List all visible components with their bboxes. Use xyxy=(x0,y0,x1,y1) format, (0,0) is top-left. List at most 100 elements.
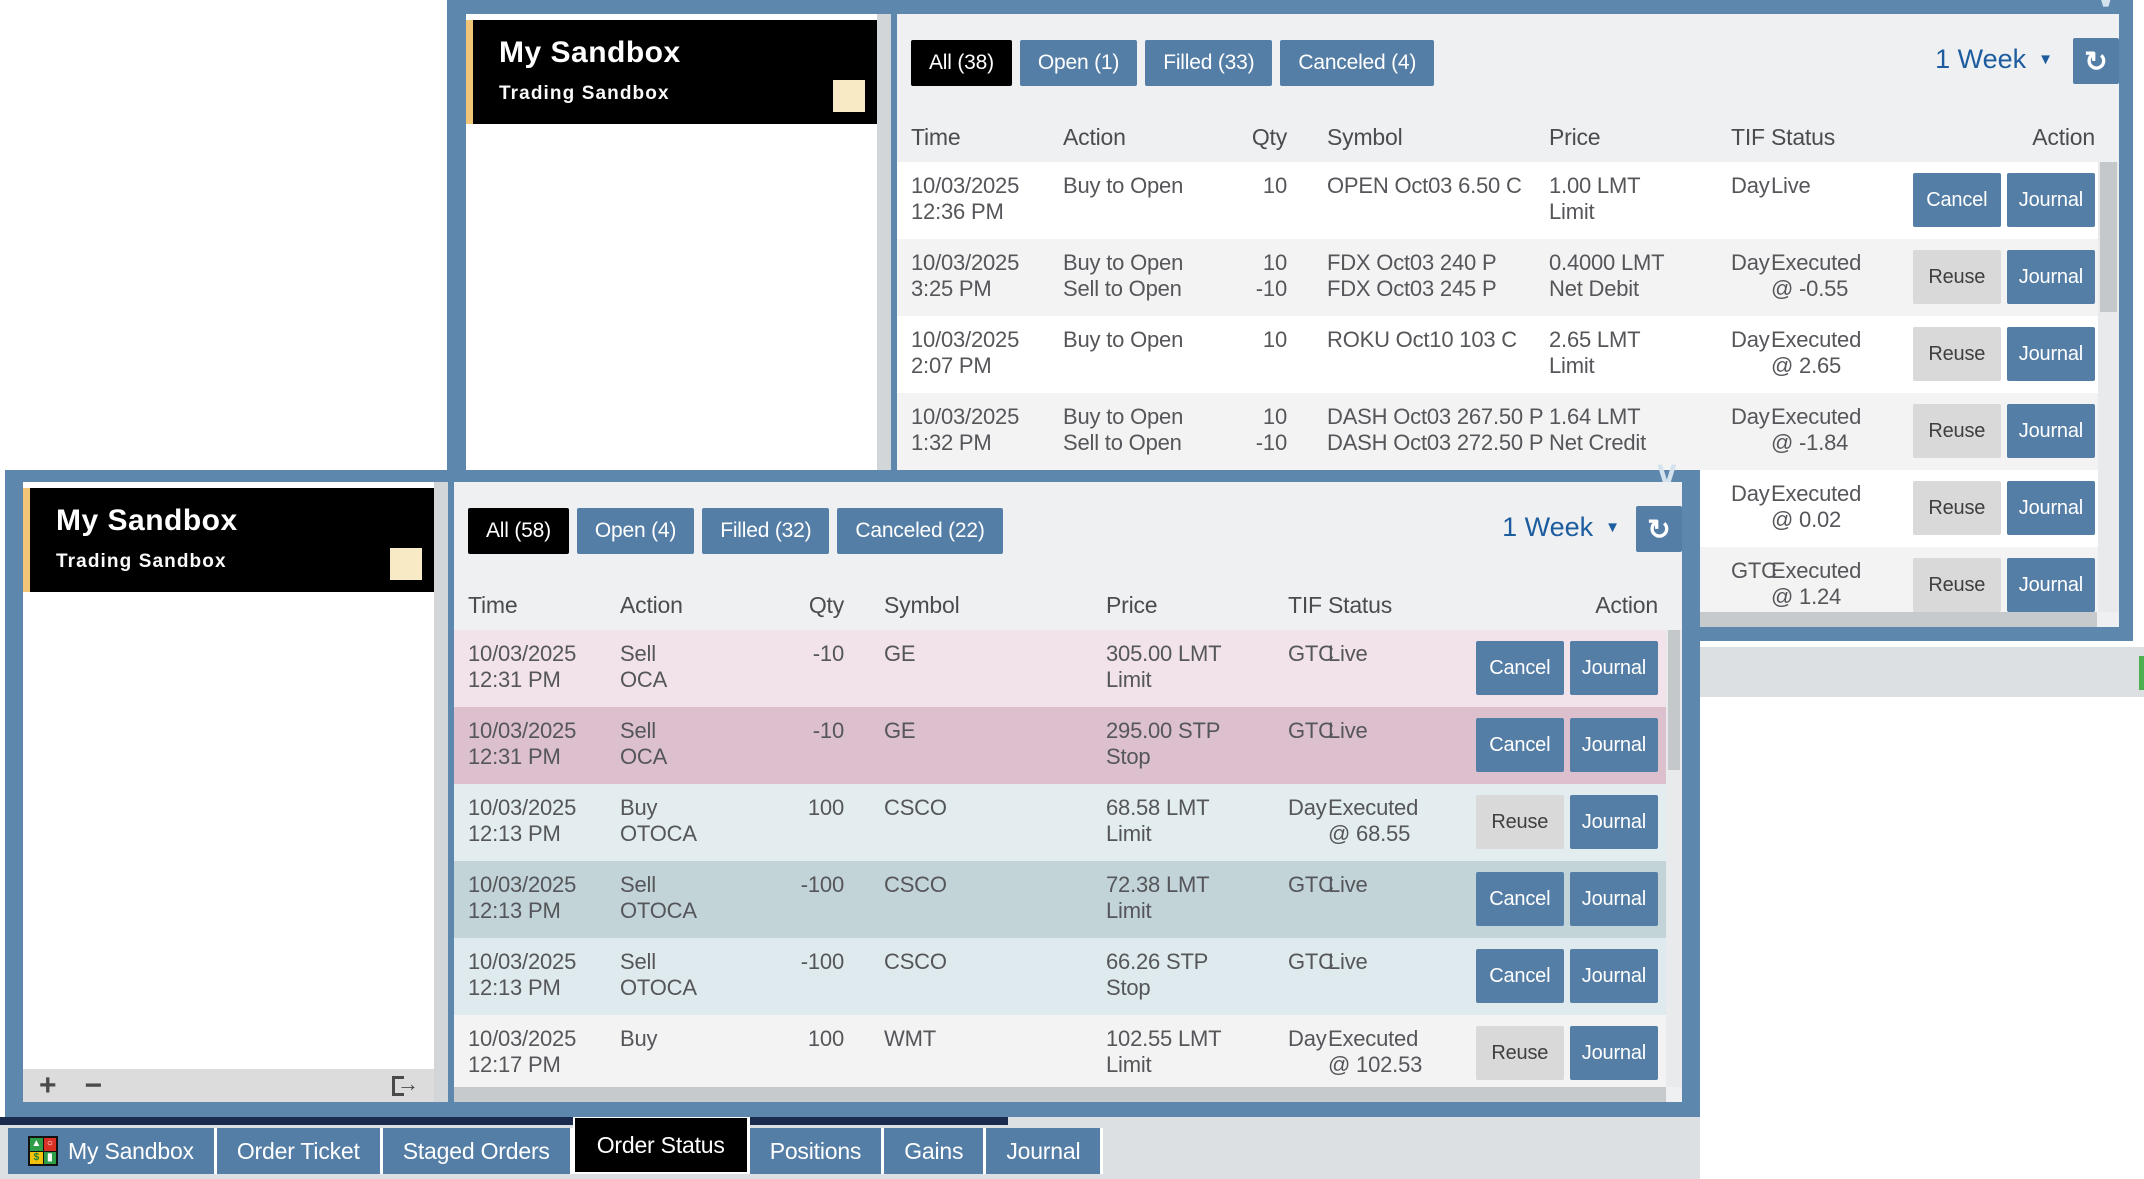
cell-line: Net Debit xyxy=(1549,276,1707,302)
column-header-status: Status xyxy=(1320,578,1468,630)
cell-line: Sell to Open xyxy=(1063,430,1235,456)
cell-qty: 100 xyxy=(792,784,844,861)
journal-button[interactable]: Journal xyxy=(2007,173,2095,227)
tab-label: My Sandbox xyxy=(68,1138,194,1165)
journal-button[interactable]: Journal xyxy=(1570,1026,1658,1080)
cell-line: Executed xyxy=(1771,404,1911,430)
background-icon-fragment xyxy=(2139,656,2144,690)
cell-line: Buy xyxy=(620,795,792,821)
panel-accent-strip xyxy=(23,488,30,598)
tab-staged-orders[interactable]: Staged Orders xyxy=(383,1128,573,1174)
journal-button[interactable]: Journal xyxy=(1570,795,1658,849)
cell-line: Live xyxy=(1771,173,1911,199)
tab-my-sandbox[interactable]: ▲○$▮My Sandbox xyxy=(8,1128,217,1174)
cell-time: 10/03/202512:36 PM xyxy=(911,162,1063,239)
cancel-button[interactable]: Cancel xyxy=(1476,872,1564,926)
filter-bar: All (58)Open (4)Filled (32)Canceled (22)… xyxy=(454,482,1682,578)
cancel-button[interactable]: Cancel xyxy=(1913,173,2001,227)
cell-line: Limit xyxy=(1106,821,1264,847)
filter-all[interactable]: All (38) xyxy=(911,40,1012,86)
tab-gains[interactable]: Gains xyxy=(884,1128,986,1174)
cell-line: @ 102.53 xyxy=(1328,1052,1468,1078)
journal-button[interactable]: Journal xyxy=(2007,404,2095,458)
tab-positions[interactable]: Positions xyxy=(750,1128,885,1174)
cell-sym: OPEN Oct03 6.50 C xyxy=(1287,162,1525,239)
cell-action: SellOTOCA xyxy=(620,861,792,938)
journal-button[interactable]: Journal xyxy=(1570,872,1658,926)
sandbox-left-panel: My Sandbox Trading Sandbox + − → xyxy=(23,482,434,1102)
filter-canceled[interactable]: Canceled (4) xyxy=(1280,40,1434,86)
journal-button[interactable]: Journal xyxy=(2007,250,2095,304)
period-dropdown[interactable]: 1 Week ▼ xyxy=(1502,512,1620,543)
horizontal-scrollbar[interactable] xyxy=(454,1087,1666,1102)
cell-actions: ReuseJournal xyxy=(1911,547,2119,612)
filter-canceled[interactable]: Canceled (22) xyxy=(837,508,1002,554)
reuse-button[interactable]: Reuse xyxy=(1913,404,2001,458)
column-header-price: Price xyxy=(1525,110,1707,162)
journal-button[interactable]: Journal xyxy=(1570,949,1658,1003)
journal-button[interactable]: Journal xyxy=(2007,481,2095,535)
column-header-status: Status xyxy=(1763,110,1911,162)
journal-button[interactable]: Journal xyxy=(1570,641,1658,695)
tab-order-ticket[interactable]: Order Ticket xyxy=(217,1128,383,1174)
reuse-button[interactable]: Reuse xyxy=(1913,250,2001,304)
tab-journal[interactable]: Journal xyxy=(986,1128,1103,1174)
cell-line: @ 2.65 xyxy=(1771,353,1911,379)
icon-cell: ▮ xyxy=(44,1152,57,1165)
refresh-button[interactable]: ↻ xyxy=(2073,38,2119,84)
cell-line: Live xyxy=(1328,641,1468,667)
export-button[interactable]: → xyxy=(392,1075,418,1097)
cell-line: 12:13 PM xyxy=(468,975,620,1001)
filter-open[interactable]: Open (4) xyxy=(577,508,694,554)
panel-scrollbar[interactable] xyxy=(434,482,448,1102)
cell-status: Executed@ -0.55 xyxy=(1763,239,1911,316)
filter-filled[interactable]: Filled (32) xyxy=(702,508,829,554)
reuse-button[interactable]: Reuse xyxy=(1913,481,2001,535)
filter-open[interactable]: Open (1) xyxy=(1020,40,1137,86)
cell-status: Executed@ 2.65 xyxy=(1763,316,1911,393)
cell-line: Buy to Open xyxy=(1063,327,1235,353)
vertical-scrollbar[interactable] xyxy=(2098,162,2119,612)
journal-button[interactable]: Journal xyxy=(2007,327,2095,381)
reuse-button[interactable]: Reuse xyxy=(1476,795,1564,849)
taskbar-tabs: ▲○$▮My SandboxOrder TicketStaged OrdersO… xyxy=(8,1128,1103,1174)
refresh-button[interactable]: ↻ xyxy=(1636,506,1682,552)
cell-sym: WMT xyxy=(844,1015,1082,1087)
zoom-out-button[interactable]: − xyxy=(85,1071,103,1101)
period-label: 1 Week xyxy=(1935,44,2026,75)
journal-button[interactable]: Journal xyxy=(1570,718,1658,772)
cell-line: Stop xyxy=(1106,744,1264,770)
cell-tif: GTC xyxy=(1707,547,1763,612)
cell-line: GTC xyxy=(1288,641,1320,667)
cell-action: SellOCA xyxy=(620,707,792,784)
cell-time: 10/03/202512:13 PM xyxy=(468,861,620,938)
cell-actions: CancelJournal xyxy=(1911,162,2119,239)
cancel-button[interactable]: Cancel xyxy=(1476,718,1564,772)
journal-button[interactable]: Journal xyxy=(2007,558,2095,612)
vertical-scrollbar[interactable] xyxy=(1666,630,1682,1087)
cell-line: Sell xyxy=(620,949,792,975)
cell-line: Executed xyxy=(1771,481,1911,507)
cancel-button[interactable]: Cancel xyxy=(1476,641,1564,695)
cell-line: 10/03/2025 xyxy=(911,250,1063,276)
zoom-in-button[interactable]: + xyxy=(39,1071,57,1101)
filter-all[interactable]: All (58) xyxy=(468,508,569,554)
cancel-button[interactable]: Cancel xyxy=(1476,949,1564,1003)
cell-actions: CancelJournal xyxy=(1468,630,1682,707)
cell-line: GTC xyxy=(1288,872,1320,898)
cell-tif: Day xyxy=(1707,162,1763,239)
reuse-button[interactable]: Reuse xyxy=(1913,558,2001,612)
filter-filled[interactable]: Filled (33) xyxy=(1145,40,1272,86)
cell-actions: ReuseJournal xyxy=(1911,239,2119,316)
window-collapse-icon[interactable]: ∨ xyxy=(1654,464,1680,484)
reuse-button[interactable]: Reuse xyxy=(1913,327,2001,381)
refresh-icon: ↻ xyxy=(1647,513,1670,546)
icon-cell: $ xyxy=(30,1152,43,1165)
tab-order-status[interactable]: Order Status xyxy=(573,1116,750,1174)
window-collapse-icon[interactable]: ∨ xyxy=(2093,0,2119,4)
cell-line: @ 1.24 xyxy=(1771,584,1911,610)
period-dropdown[interactable]: 1 Week ▼ xyxy=(1935,44,2053,75)
reuse-button[interactable]: Reuse xyxy=(1476,1026,1564,1080)
cell-line: -100 xyxy=(792,949,844,975)
cell-line: Day xyxy=(1288,795,1320,821)
